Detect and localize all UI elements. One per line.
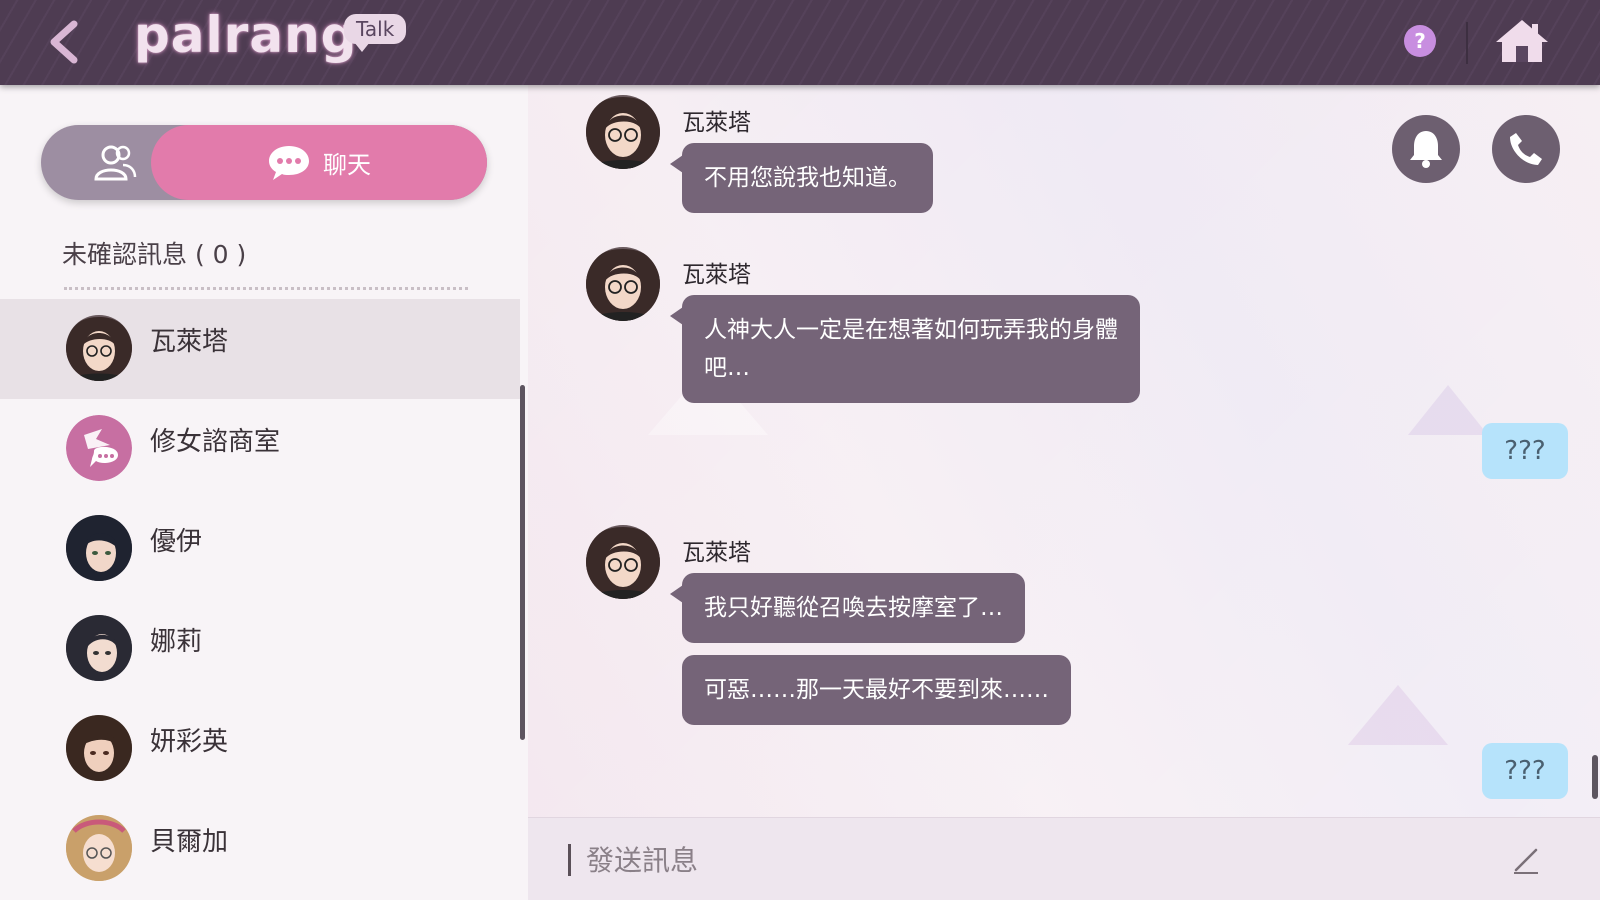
sidebar: 聊天 未確認訊息 ( 0 ) 瓦萊塔 修女諮商室 優伊 娜莉 妍彩英 貝爾加: [0, 85, 528, 900]
friends-icon: [94, 145, 137, 181]
message-bubble: 我只好聽從召喚去按摩室了…: [670, 573, 1025, 643]
chat-bubble-icon: [269, 145, 309, 180]
message-input[interactable]: [584, 832, 1484, 888]
app-logo: palrang: [134, 6, 358, 64]
contact-list: 瓦萊塔 修女諮商室 優伊 娜莉 妍彩英 貝爾加: [0, 299, 520, 899]
text-caret: [568, 844, 571, 876]
avatar: [66, 615, 132, 681]
home-icon[interactable]: [1494, 16, 1550, 66]
avatar: [586, 95, 660, 169]
help-icon[interactable]: ?: [1404, 25, 1436, 57]
avatar: [66, 515, 132, 581]
chat-area: 瓦萊塔 不用您說我也知道。 瓦萊塔 人神大人一定是在想著如何玩弄我的身體 吧… …: [528, 85, 1600, 817]
tab-chat-label: 聊天: [323, 151, 371, 179]
phone-icon[interactable]: [1492, 115, 1560, 183]
message-bubble: 不用您說我也知道。: [670, 143, 933, 213]
contact-item-nun-counsel[interactable]: 修女諮商室: [0, 399, 520, 499]
bell-icon[interactable]: [1392, 115, 1460, 183]
back-arrow-icon[interactable]: [40, 18, 88, 66]
contact-name: 瓦萊塔: [150, 327, 229, 357]
talk-badge: Talk: [344, 14, 407, 52]
message-line: 人神大人一定是在想著如何玩弄我的身體: [704, 317, 1118, 343]
tab-switcher: 聊天: [41, 125, 487, 200]
message-line: 吧…: [704, 355, 750, 381]
contact-item-nali[interactable]: 娜莉: [0, 599, 520, 699]
contact-item-yeon[interactable]: 妍彩英: [0, 699, 520, 799]
chat-scrollbar[interactable]: [1592, 755, 1598, 799]
avatar: [586, 247, 660, 321]
contact-name: 妍彩英: [150, 727, 229, 757]
tab-chat[interactable]: 聊天: [151, 125, 487, 200]
message-bubble: 人神大人一定是在想著如何玩弄我的身體 吧…: [670, 295, 1140, 403]
dotted-divider: [64, 287, 468, 290]
avatar: [66, 815, 132, 881]
contact-item-valetta[interactable]: 瓦萊塔: [0, 299, 520, 399]
unread-messages-title: 未確認訊息 ( 0 ): [62, 240, 247, 269]
background-pattern: [1408, 385, 1488, 435]
avatar: [66, 415, 132, 481]
contact-name: 修女諮商室: [150, 427, 281, 457]
sidebar-scrollbar[interactable]: [520, 385, 525, 740]
sender-name: 瓦萊塔: [682, 540, 751, 566]
top-bar: palrang Talk ?: [0, 0, 1600, 85]
contact-name: 優伊: [150, 527, 203, 557]
my-message-bubble: ???: [1482, 743, 1568, 799]
divider: [1466, 22, 1468, 64]
contact-item-yui[interactable]: 優伊: [0, 499, 520, 599]
background-pattern: [1348, 685, 1448, 745]
message-input-bar: [528, 817, 1600, 900]
my-message-bubble: ???: [1482, 423, 1568, 479]
contact-name: 娜莉: [150, 627, 203, 657]
contact-item-belga[interactable]: 貝爾加: [0, 799, 520, 899]
pencil-icon[interactable]: [1510, 844, 1542, 876]
contact-name: 貝爾加: [150, 827, 229, 857]
sender-name: 瓦萊塔: [682, 110, 751, 136]
avatar: [66, 715, 132, 781]
avatar: [586, 525, 660, 599]
message-bubble: 可惡……那一天最好不要到來……: [682, 655, 1071, 725]
avatar: [66, 315, 132, 381]
sender-name: 瓦萊塔: [682, 262, 751, 288]
